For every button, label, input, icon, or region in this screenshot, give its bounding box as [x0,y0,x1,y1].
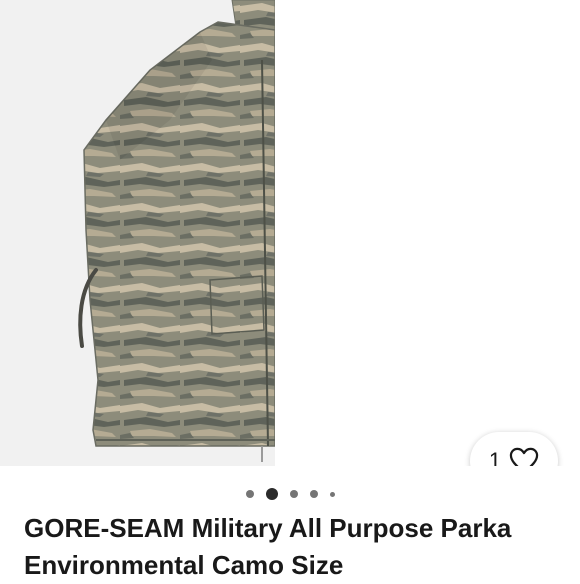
camo-parka-image [78,0,275,462]
heart-icon [509,447,539,466]
carousel-dot[interactable] [329,491,335,497]
product-image-gallery[interactable]: 1 [0,0,580,466]
carousel-dot[interactable] [289,490,298,498]
watch-button[interactable]: 1 [470,432,558,466]
carousel-dot[interactable] [309,490,318,498]
carousel-dot-active[interactable] [265,488,278,500]
watch-count: 1 [488,448,502,467]
carousel-dot[interactable] [245,490,254,498]
listing-title: GORE-SEAM Military All Purpose Parka Env… [24,513,512,580]
carousel-indicator[interactable] [0,486,580,502]
product-photo[interactable] [0,0,275,466]
